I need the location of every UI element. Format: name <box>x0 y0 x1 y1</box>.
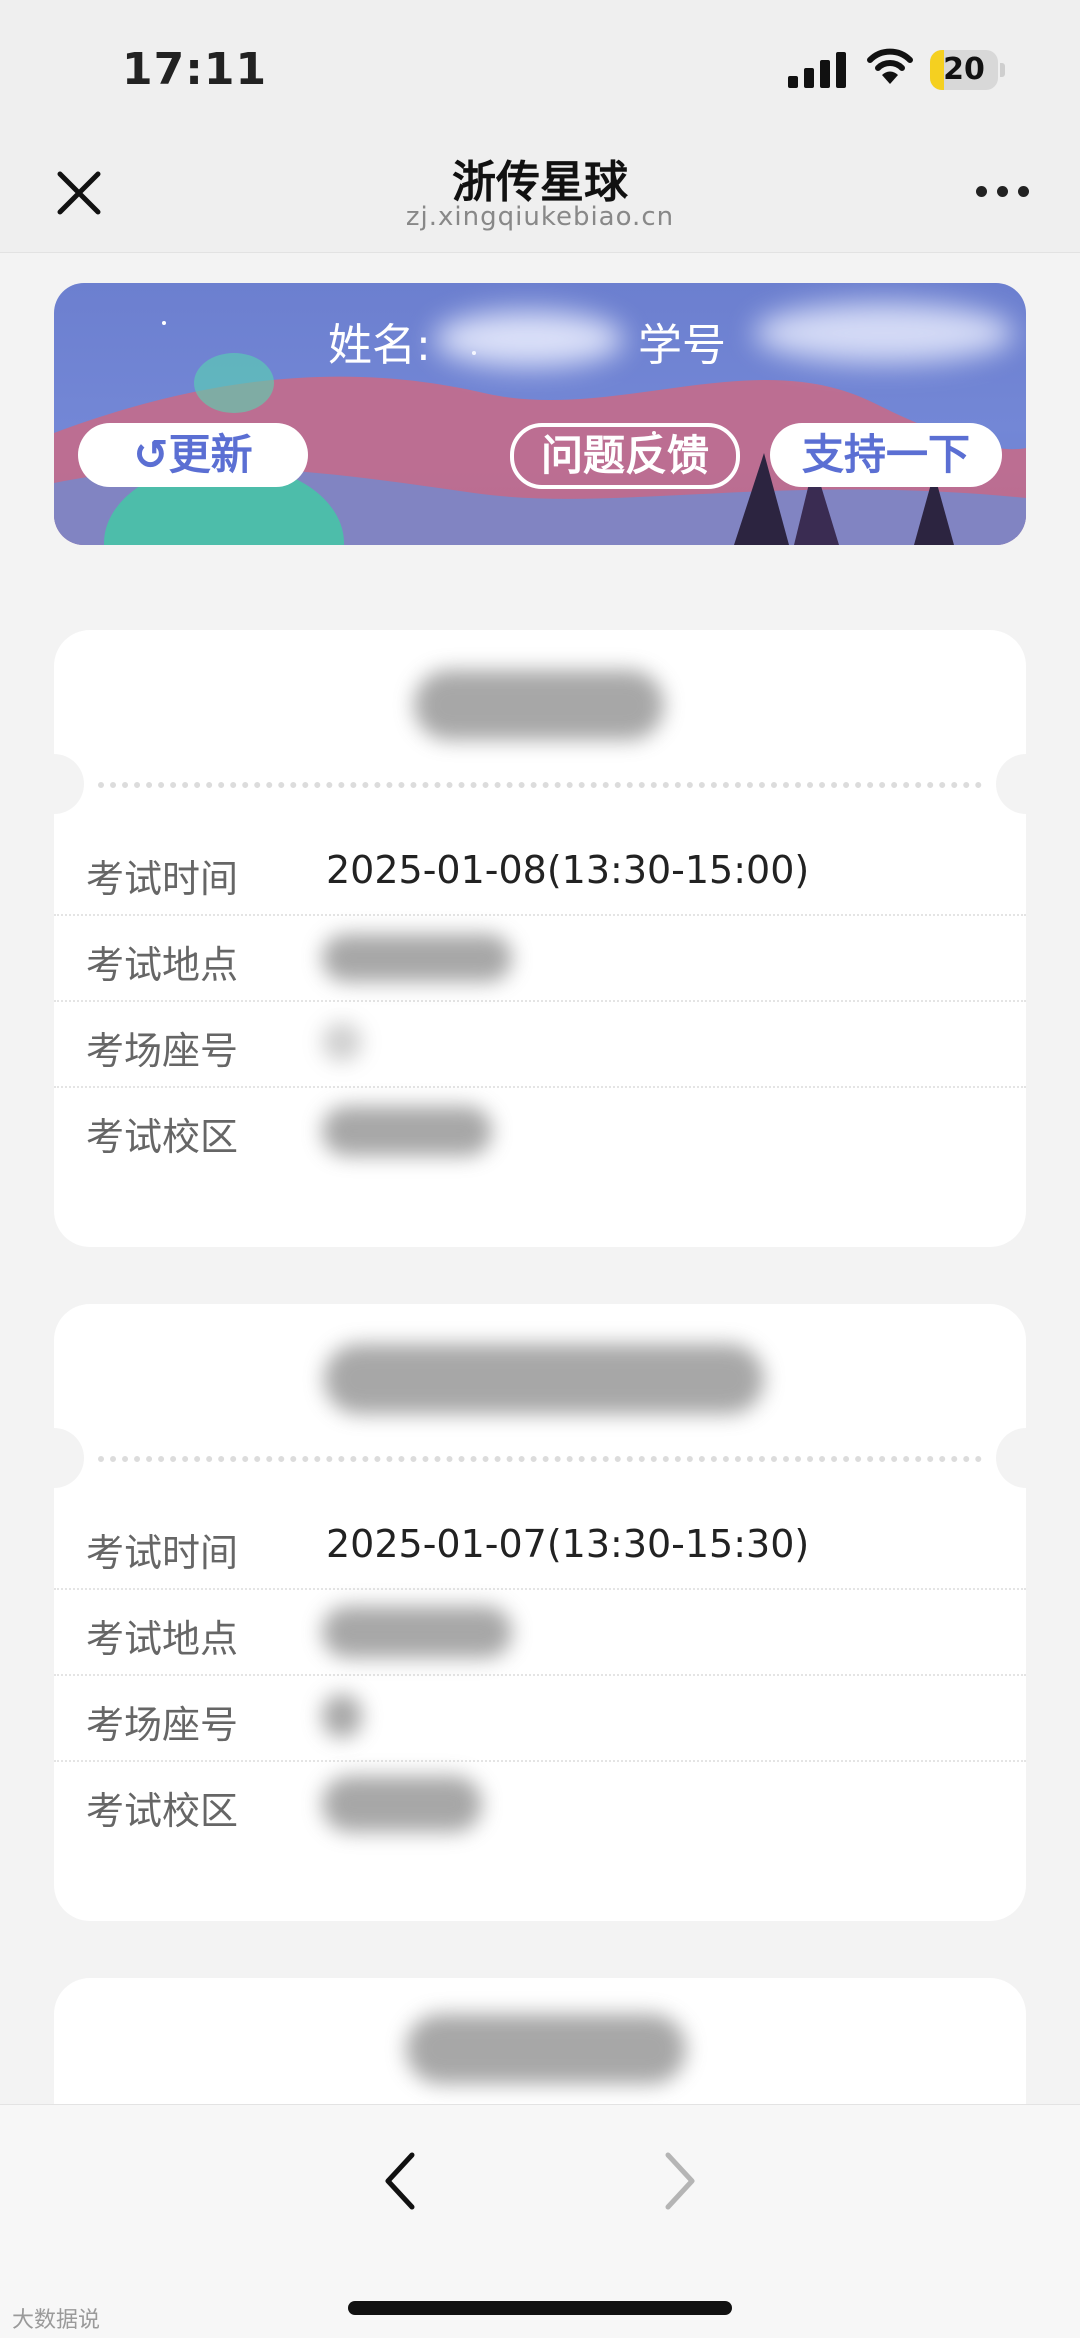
exam-time-value: 2025-01-07(13:30-15:30) <box>326 1522 810 1566</box>
redacted-name <box>434 311 624 367</box>
exam-time-label: 考试时间 <box>86 857 239 901</box>
redacted-location <box>322 934 512 982</box>
battery-icon: 20 <box>930 50 1006 92</box>
wifi-icon <box>867 48 913 84</box>
exam-seat-label: 考场座号 <box>86 1703 239 1747</box>
exam-campus-row: 考试校区 <box>54 1088 1026 1172</box>
exam-location-row: 考试地点 <box>54 916 1026 1002</box>
redacted-campus <box>322 1106 492 1156</box>
exam-location-label: 考试地点 <box>86 1617 239 1661</box>
redacted-id <box>754 303 1014 363</box>
redacted-seat <box>322 1694 362 1738</box>
exam-campus-label: 考试校区 <box>86 1789 239 1833</box>
redacted-course-name <box>414 670 664 740</box>
exam-card: 考试时间 2025-01-08(13:30-15:00) 考试地点 考场座号 考… <box>54 630 1026 1247</box>
exam-campus-row: 考试校区 <box>54 1762 1026 1846</box>
battery-level: 20 <box>943 52 985 87</box>
back-arrow-icon[interactable] <box>372 2141 428 2221</box>
exam-card: 考试时间 2025-01-07(13:30-15:30) 考试地点 考场座号 考… <box>54 1304 1026 1921</box>
name-label: 姓名: <box>328 320 431 371</box>
cellular-signal-icon <box>788 52 846 88</box>
exam-location-row: 考试地点 <box>54 1590 1026 1676</box>
exam-time-row: 考试时间 2025-01-08(13:30-15:00) <box>54 830 1026 916</box>
student-id-label: 学号 <box>638 320 726 371</box>
exam-campus-label: 考试校区 <box>86 1115 239 1159</box>
exam-time-row: 考试时间 2025-01-07(13:30-15:30) <box>54 1504 1026 1590</box>
redacted-seat <box>322 1022 362 1062</box>
exam-location-label: 考试地点 <box>86 943 239 987</box>
browser-toolbar <box>0 2104 1080 2338</box>
exam-time-label: 考试时间 <box>86 1531 239 1575</box>
exam-time-value: 2025-01-08(13:30-15:00) <box>326 848 810 892</box>
profile-banner: 姓名: 学号 ↺更新 问题反馈 支持一下 <box>54 283 1026 545</box>
status-bar: 17:11 20 <box>0 0 1080 130</box>
exam-seat-label: 考场座号 <box>86 1029 239 1073</box>
redacted-course-name <box>406 2014 686 2084</box>
exam-seat-row: 考场座号 <box>54 1676 1026 1762</box>
redacted-course-name <box>324 1344 764 1414</box>
home-indicator[interactable] <box>348 2301 732 2315</box>
redacted-campus <box>322 1776 482 1832</box>
feedback-button[interactable]: 问题反馈 <box>510 423 740 489</box>
redacted-location <box>322 1606 512 1658</box>
page-url: zj.xingqiukebiao.cn <box>405 202 675 232</box>
page-title: 浙传星球 <box>452 157 628 208</box>
card-divider <box>98 1456 982 1462</box>
refresh-button[interactable]: ↺更新 <box>78 423 308 487</box>
status-time: 17:11 <box>122 44 268 95</box>
support-button[interactable]: 支持一下 <box>770 423 1002 487</box>
exam-seat-row: 考场座号 <box>54 1002 1026 1088</box>
watermark: 大数据说 <box>12 2308 101 2333</box>
forward-arrow-icon[interactable] <box>652 2141 708 2221</box>
more-icon[interactable] <box>976 186 1030 200</box>
card-divider <box>98 782 982 788</box>
nav-bar: 浙传星球 zj.xingqiukebiao.cn <box>0 130 1080 253</box>
